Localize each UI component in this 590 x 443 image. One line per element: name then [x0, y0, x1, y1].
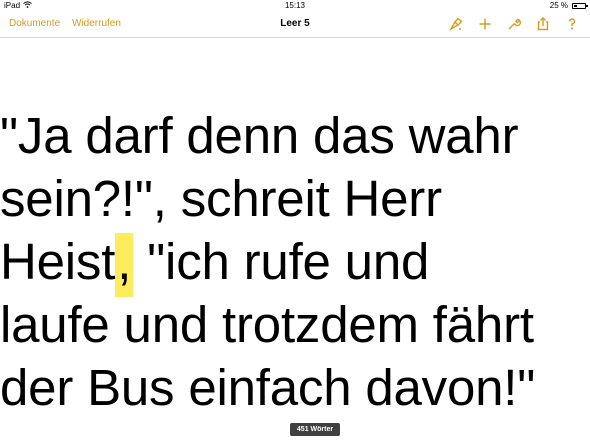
document-body[interactable]: "Ja darf denn das wahr sein?!", schreit … [0, 104, 590, 419]
add-icon[interactable] [477, 16, 493, 32]
battery-icon [572, 3, 588, 9]
document-line-3: Heist, "ich rufe und [0, 230, 590, 297]
document-text: Heist [0, 233, 116, 290]
battery-percent: 25 % [549, 1, 568, 10]
wrench-icon[interactable] [506, 16, 522, 32]
help-icon[interactable] [564, 16, 580, 32]
word-count-badge[interactable]: 451 Wörter [290, 423, 340, 436]
document-line-5: der Bus einfach davon!" [0, 359, 536, 416]
toolbar: Dokumente Widerrufen Leer 5 [0, 12, 590, 38]
status-right: 25 % [549, 0, 588, 12]
document-line-1: "Ja darf denn das wahr [0, 107, 519, 164]
document-line-4: laufe und trotzdem fährt [0, 296, 534, 353]
toolbar-icons [448, 16, 580, 32]
format-brush-icon[interactable] [448, 16, 464, 32]
document-text: "ich rufe und [133, 233, 430, 290]
text-cursor-highlight: , [115, 233, 134, 297]
status-time: 15:13 [284, 1, 306, 10]
status-bar: iPad 15:13 25 % [0, 0, 590, 12]
document-line-2: sein?!", schreit Herr [0, 170, 442, 227]
share-icon[interactable] [535, 16, 551, 32]
